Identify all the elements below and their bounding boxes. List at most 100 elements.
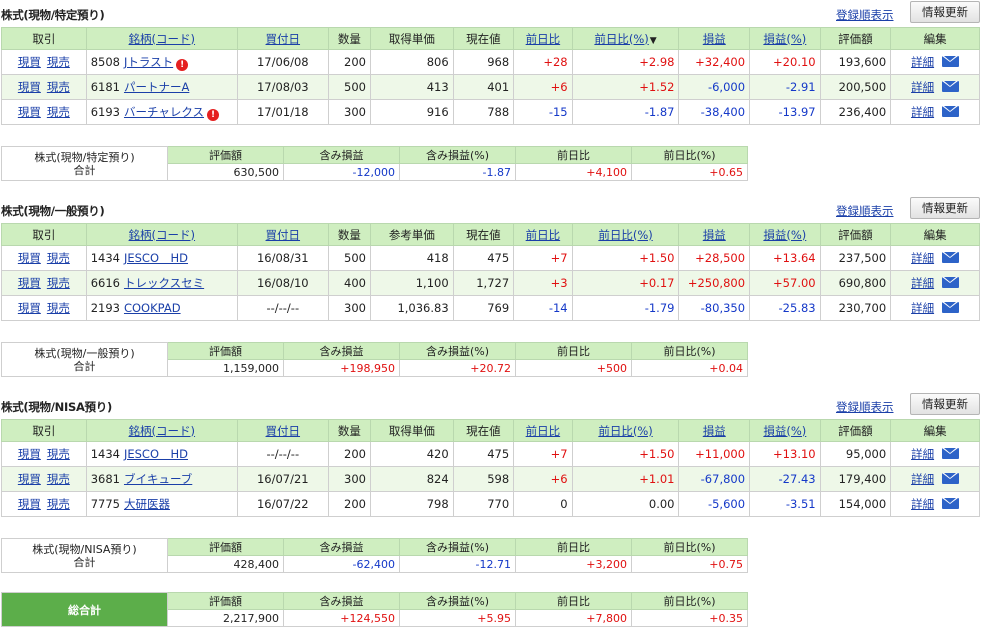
refresh-info-button[interactable]: 情報更新 [910,1,980,23]
column-header[interactable]: 前日比 [513,223,573,246]
column-header[interactable]: 買付日 [236,223,329,246]
detail-link[interactable]: 詳細 [911,472,934,486]
mail-icon[interactable] [942,81,960,92]
sort-order-link[interactable]: 登録順表示 [836,399,894,415]
profit-loss: -6,000 [678,74,751,100]
day-change-pct: 0.00 [571,491,680,517]
total-value: 428,400 [167,555,284,573]
day-change-pct: +1.50 [571,245,680,271]
mail-icon[interactable] [942,252,960,263]
column-header-label[interactable]: 前日比(%) [594,32,648,46]
buy-link[interactable]: 現買 [18,447,41,461]
detail-link[interactable]: 詳細 [911,276,934,290]
stock-name-link[interactable]: ブイキューブ [124,472,192,486]
column-header-label[interactable]: 損益(%) [763,32,806,46]
column-header-label[interactable]: 損益(%) [763,424,806,438]
column-header-label[interactable]: 買付日 [266,32,301,46]
column-header[interactable]: 損益 [678,27,751,50]
day-change: +6 [513,74,573,100]
column-header[interactable]: 損益 [678,223,751,246]
column-header[interactable]: 買付日 [236,419,329,442]
column-header-label[interactable]: 買付日 [266,424,301,438]
total-header: 含み損益 [283,342,400,360]
stock-name-link[interactable]: パートナーA [124,80,189,94]
column-header: 数量 [327,223,372,246]
mail-icon[interactable] [942,106,960,117]
column-header[interactable]: 前日比(%)▼ [571,27,680,50]
column-header[interactable]: 前日比(%) [571,223,680,246]
sell-link[interactable]: 現売 [47,105,70,119]
buy-link[interactable]: 現買 [18,497,41,511]
column-header-label[interactable]: 損益 [703,424,726,438]
stock-name-link[interactable]: 大研医器 [124,497,170,511]
column-header-label[interactable]: 買付日 [266,228,301,242]
sell-link[interactable]: 現売 [47,301,70,315]
buy-link[interactable]: 現買 [18,276,41,290]
column-header-label[interactable]: 前日比 [526,32,561,46]
column-header[interactable]: 銘柄(コード) [85,419,238,442]
mail-icon[interactable] [942,498,960,509]
mail-icon[interactable] [942,56,960,67]
buy-link[interactable]: 現買 [18,472,41,486]
column-header[interactable]: 損益(%) [749,27,821,50]
sort-order-link[interactable]: 登録順表示 [836,7,894,23]
detail-link[interactable]: 詳細 [911,80,934,94]
mail-icon[interactable] [942,277,960,288]
column-header[interactable]: 前日比(%) [571,419,680,442]
column-header-label[interactable]: 銘柄(コード) [129,32,195,46]
warning-icon[interactable]: ! [207,108,220,121]
detail-link[interactable]: 詳細 [911,301,934,315]
refresh-info-button[interactable]: 情報更新 [910,393,980,415]
mail-icon[interactable] [942,448,960,459]
stock-name-link[interactable]: Jトラスト [124,55,173,69]
column-header-label: 取引 [32,31,56,46]
sell-link[interactable]: 現売 [47,55,70,69]
stock-name-link[interactable]: COOKPAD [124,301,181,315]
column-header-label[interactable]: 損益 [703,32,726,46]
column-header[interactable]: 損益(%) [749,223,821,246]
day-change: 0 [513,491,573,517]
stock-name-link[interactable]: バーチャレクス [124,105,204,119]
detail-link[interactable]: 詳細 [911,55,934,69]
column-header-label[interactable]: 前日比 [526,228,561,242]
detail-link[interactable]: 詳細 [911,251,934,265]
column-header-label[interactable]: 銘柄(コード) [129,228,195,242]
column-header[interactable]: 損益 [678,419,751,442]
column-header-label[interactable]: 前日比 [526,424,561,438]
column-header-label[interactable]: 前日比(%) [598,228,652,242]
refresh-info-button[interactable]: 情報更新 [910,197,980,219]
stock-name-link[interactable]: JESCO HD [124,251,188,265]
detail-link[interactable]: 詳細 [911,447,934,461]
buy-link[interactable]: 現買 [18,301,41,315]
stock-name-link[interactable]: トレックスセミ [124,276,204,290]
column-header[interactable]: 前日比 [513,27,573,50]
column-header-label[interactable]: 前日比(%) [598,424,652,438]
sell-link[interactable]: 現売 [47,447,70,461]
sell-link[interactable]: 現売 [47,472,70,486]
column-header[interactable]: 損益(%) [749,419,821,442]
section-total-table: 株式(現物/特定預り) 合計 評価額 含み損益 含み損益(%) 前日比 前日比(%) 630,… [1,146,748,181]
mail-icon[interactable] [942,473,960,484]
buy-link[interactable]: 現買 [18,80,41,94]
sell-link[interactable]: 現売 [47,276,70,290]
sell-link[interactable]: 現売 [47,251,70,265]
warning-icon[interactable]: ! [176,58,189,71]
column-header-label[interactable]: 銘柄(コード) [129,424,195,438]
column-header-label[interactable]: 損益(%) [763,228,806,242]
total-profit-loss: +198,950 [283,359,400,377]
sell-link[interactable]: 現売 [47,497,70,511]
detail-link[interactable]: 詳細 [911,497,934,511]
buy-link[interactable]: 現買 [18,105,41,119]
detail-link[interactable]: 詳細 [911,105,934,119]
column-header[interactable]: 買付日 [236,27,329,50]
sort-order-link[interactable]: 登録順表示 [836,203,894,219]
column-header-label[interactable]: 損益 [703,228,726,242]
sell-link[interactable]: 現売 [47,80,70,94]
column-header[interactable]: 銘柄(コード) [85,27,238,50]
column-header[interactable]: 銘柄(コード) [85,223,238,246]
buy-link[interactable]: 現買 [18,55,41,69]
mail-icon[interactable] [942,302,960,313]
stock-name-link[interactable]: JESCO HD [124,447,188,461]
column-header[interactable]: 前日比 [513,419,573,442]
buy-link[interactable]: 現買 [18,251,41,265]
